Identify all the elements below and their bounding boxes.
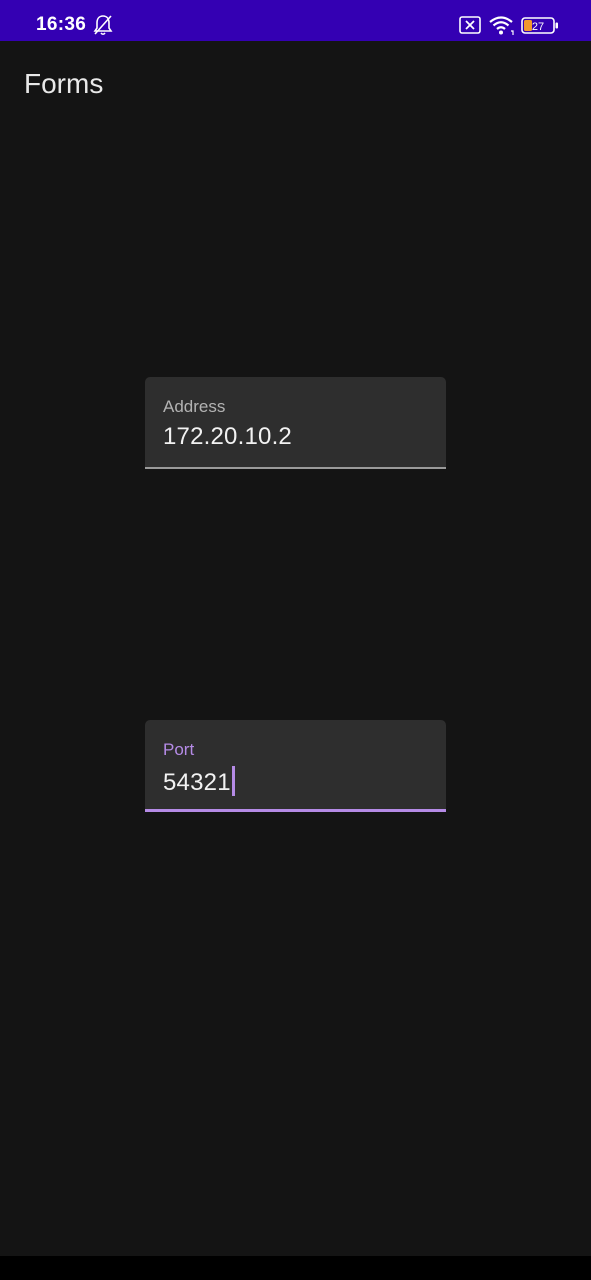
status-time: 16:36 bbox=[36, 14, 87, 35]
sim-x-icon bbox=[459, 16, 481, 34]
bell-off-icon bbox=[93, 15, 113, 36]
port-input[interactable]: 54321 bbox=[163, 766, 235, 797]
wifi-icon bbox=[489, 16, 514, 35]
text-cursor bbox=[231, 766, 235, 796]
port-value: 54321 bbox=[163, 769, 231, 796]
address-label: Address bbox=[163, 397, 226, 416]
page-title: Forms bbox=[24, 68, 104, 99]
status-bar: 16:36 27 bbox=[0, 0, 591, 41]
address-input[interactable]: 172.20.10.2 bbox=[163, 423, 292, 451]
battery-level-text: 27 bbox=[532, 21, 544, 33]
port-label: Port bbox=[163, 740, 195, 759]
battery-icon: 27 bbox=[521, 17, 558, 34]
navigation-bar bbox=[0, 1256, 591, 1280]
address-field[interactable]: Address 172.20.10.2 bbox=[145, 377, 446, 469]
port-field[interactable]: Port 54321 bbox=[145, 720, 446, 812]
